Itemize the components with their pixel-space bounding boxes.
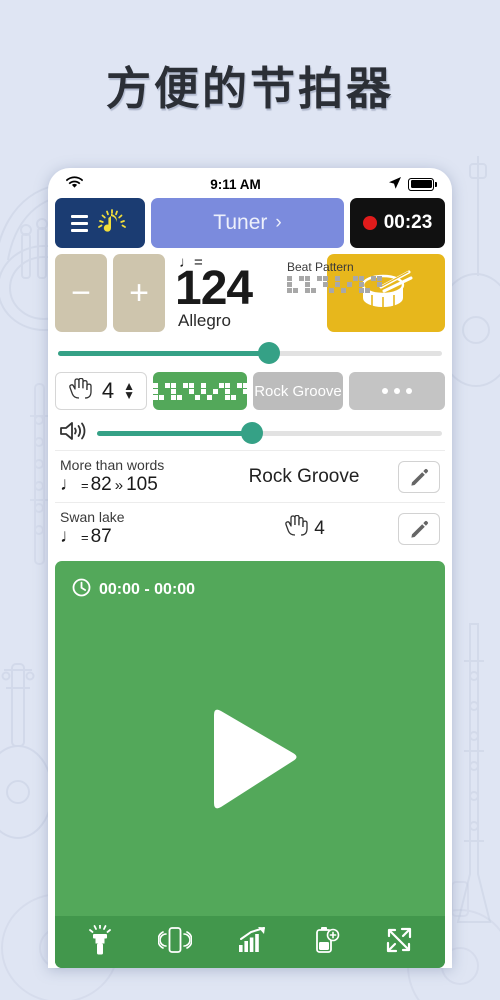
note-icon: ♩ [60,526,79,548]
top-button-row: Tuner › 00:23 [55,198,445,248]
clock-icon [72,578,91,602]
song-tempo: ♩ = 82 » 105 [60,474,210,496]
flashlight-icon[interactable] [87,923,113,960]
pencil-icon [411,468,429,486]
record-timer-button[interactable]: 00:23 [350,198,445,248]
clapping-hands-icon [283,514,309,543]
metronome-note-icon [95,206,129,241]
beat-pattern-button[interactable] [152,372,248,410]
beat-pattern-preview[interactable]: Beat Pattern [287,260,382,293]
stepper-arrows[interactable]: ▲ ▼ [123,381,135,401]
clapping-hands-icon [67,377,93,405]
edit-song-button[interactable] [398,460,440,493]
pencil-icon [411,520,429,538]
beat-pattern-label: Beat Pattern [287,260,354,274]
record-dot-icon [362,216,377,230]
edit-song-button[interactable] [398,512,440,545]
equals-sign: = [81,478,89,494]
play-button[interactable] [55,602,445,916]
beat-controls-row: 4 ▲ ▼ Rock Groove [55,372,445,410]
fullscreen-expand-icon[interactable] [385,926,413,959]
phone-frame: 9:11 AM Tuner › 00:23 − + ♩= 124 Allegro… [48,168,452,968]
beat-count-value: 4 [314,517,325,539]
volume-slider-row [55,416,445,450]
song-title: Swan lake [60,508,125,525]
tempo-increase-button[interactable]: + [113,254,165,332]
tempo-row: − + ♩= 124 Allegro Beat Pattern [55,254,445,332]
status-bar-time: 9:11 AM [210,176,261,192]
tempo-arrow: » [114,477,124,495]
record-time: 00:23 [383,212,433,233]
song-groove: Rock Groove [248,465,360,487]
page-title: 方便的节拍器 [105,63,394,114]
wifi-icon [65,176,84,192]
speaker-volume-icon [58,419,88,448]
play-triangle-icon [214,709,297,809]
player-time-range: 00:00 - 00:00 [99,581,196,598]
beat-count-stepper[interactable]: 4 ▲ ▼ [55,372,147,410]
volume-slider[interactable] [97,422,442,444]
menu-button[interactable] [55,198,145,248]
equals-sign: = [81,530,89,546]
beat-count-value: 4 [101,378,115,403]
more-options-button[interactable] [349,372,445,410]
chevron-right-icon: › [275,212,282,233]
tempo-increase-chart-icon[interactable] [236,926,268,959]
tempo-display[interactable]: ♩= 124 Allegro Beat Pattern [171,254,382,332]
battery-plus-icon[interactable] [312,925,340,960]
tempo-word: Allegro [178,311,231,330]
status-bar: 9:11 AM [48,168,452,198]
song-tempo: ♩ = 87 [60,526,210,548]
groove-button[interactable]: Rock Groove [253,372,343,410]
list-item[interactable]: Swan lake ♩ = 87 4 [55,502,445,554]
bottom-toolbar [55,916,445,968]
tempo-from: 87 [90,526,112,548]
battery-full-icon [408,177,437,191]
song-title: More than words [60,456,165,473]
hamburger-icon [71,214,88,232]
beat-pattern-icon [152,382,248,400]
tempo-slider-row [55,340,445,366]
player-panel: 00:00 - 00:00 [55,561,445,968]
tuner-button[interactable]: Tuner › [151,198,344,248]
stepper-down-arrow[interactable]: ▼ [123,389,135,400]
tempo-to: 105 [126,474,158,496]
tuner-label: Tuner [213,211,268,234]
tempo-slider[interactable] [58,342,442,364]
list-item[interactable]: More than words ♩ = 82 » 105 Rock Groove [55,450,445,502]
tempo-from: 82 [90,474,112,496]
note-icon: ♩ [60,474,79,496]
tempo-decrease-button[interactable]: − [55,254,107,332]
location-arrow-icon [388,176,402,193]
metronome-app: Tuner › 00:23 − + ♩= 124 Allegro Beat Pa… [48,198,452,968]
bpm-value: 124 [175,262,253,315]
player-time-row: 00:00 - 00:00 [55,561,445,602]
vibrate-phone-icon[interactable] [156,925,193,960]
beat-pattern-icon [287,276,382,293]
